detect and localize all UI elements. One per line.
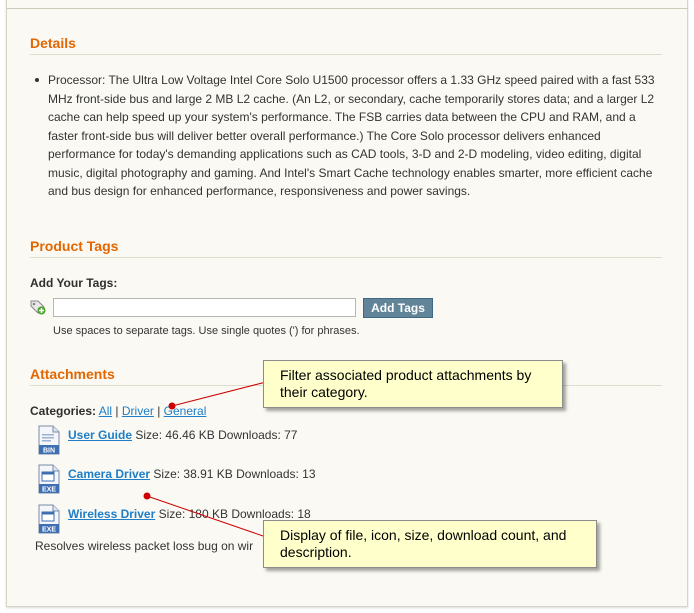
- category-separator: |: [157, 404, 161, 418]
- attachment-description: Resolves wireless packet loss bug on wir: [35, 539, 254, 553]
- exe-file-icon: EXE: [38, 504, 60, 534]
- exe-file-icon: EXE: [38, 464, 60, 494]
- categories-filter: Categories: All | Driver | General: [30, 404, 206, 418]
- attachment-info: Size: 180 KB Downloads: 18: [158, 507, 311, 521]
- category-separator: |: [115, 404, 119, 418]
- category-link-all[interactable]: All: [99, 404, 112, 418]
- top-divider: [6, 8, 688, 9]
- details-list: Processor: The Ultra Low Voltage Intel C…: [35, 71, 655, 201]
- attachment-text: Camera Driver Size: 38.91 KB Downloads: …: [68, 467, 316, 481]
- attachments-heading: Attachments: [30, 366, 115, 382]
- details-divider: [30, 54, 662, 55]
- attachment-link-camera-driver[interactable]: Camera Driver: [68, 467, 150, 481]
- display-callout: Display of file, icon, size, download co…: [263, 520, 597, 568]
- add-tags-button[interactable]: Add Tags: [363, 298, 433, 318]
- svg-text:BIN: BIN: [43, 448, 55, 455]
- svg-text:EXE: EXE: [42, 527, 56, 534]
- categories-label: Categories:: [30, 404, 97, 418]
- svg-text:EXE: EXE: [42, 487, 56, 494]
- product-tags-divider: [30, 257, 662, 258]
- product-tags-heading: Product Tags: [30, 238, 119, 254]
- attachment-info: Size: 38.91 KB Downloads: 13: [153, 467, 316, 481]
- attachment-info: Size: 46.46 KB Downloads: 77: [135, 428, 298, 442]
- attachment-link-wireless-driver[interactable]: Wireless Driver: [68, 507, 155, 521]
- filter-callout: Filter associated product attachments by…: [263, 360, 563, 408]
- attachment-text: User Guide Size: 46.46 KB Downloads: 77: [68, 428, 297, 442]
- details-heading: Details: [30, 35, 76, 51]
- tags-hint: Use spaces to separate tags. Use single …: [53, 325, 360, 337]
- tag-input[interactable]: [53, 298, 356, 317]
- category-link-general[interactable]: General: [164, 404, 207, 418]
- tag-add-icon: [30, 300, 46, 315]
- bin-file-icon: BIN: [38, 425, 60, 455]
- details-bullet: Processor: The Ultra Low Voltage Intel C…: [35, 71, 655, 201]
- attachment-link-user-guide[interactable]: User Guide: [68, 428, 132, 442]
- add-your-tags-label: Add Your Tags:: [30, 276, 118, 290]
- attachment-text: Wireless Driver Size: 180 KB Downloads: …: [68, 507, 311, 521]
- category-link-driver[interactable]: Driver: [122, 404, 154, 418]
